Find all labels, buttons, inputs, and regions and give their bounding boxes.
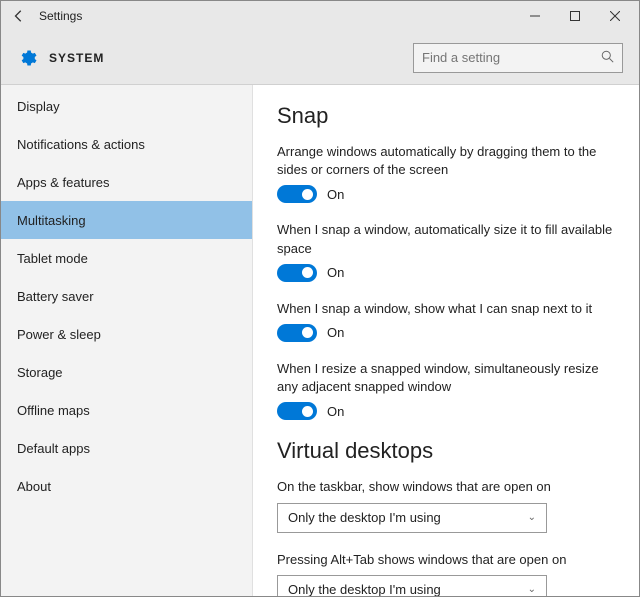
titlebar: Settings — [1, 1, 639, 31]
sidebar-item-apps[interactable]: Apps & features — [1, 163, 252, 201]
sidebar-item-default-apps[interactable]: Default apps — [1, 429, 252, 467]
toggle-switch[interactable] — [277, 402, 317, 420]
setting-label: When I snap a window, show what I can sn… — [277, 300, 615, 318]
sidebar-item-notifications[interactable]: Notifications & actions — [1, 125, 252, 163]
chevron-down-icon: ⌄ — [528, 584, 536, 595]
dropdown-alttab[interactable]: Only the desktop I'm using ⌄ — [277, 575, 547, 596]
chevron-down-icon: ⌄ — [528, 512, 536, 523]
window-controls — [515, 1, 635, 31]
dropdown-value: Only the desktop I'm using — [288, 510, 441, 525]
setting-label: Pressing Alt+Tab shows windows that are … — [277, 551, 615, 569]
search-icon — [601, 50, 614, 66]
breadcrumb: SYSTEM — [49, 51, 413, 65]
virtual-desktops-heading: Virtual desktops — [277, 438, 615, 464]
setting-label: On the taskbar, show windows that are op… — [277, 478, 615, 496]
search-input[interactable] — [422, 50, 614, 65]
setting-label: When I resize a snapped window, simultan… — [277, 360, 615, 396]
toggle-switch[interactable] — [277, 185, 317, 203]
snap-setting-autosize: When I snap a window, automatically size… — [277, 221, 615, 281]
dropdown-taskbar[interactable]: Only the desktop I'm using ⌄ — [277, 503, 547, 533]
back-button[interactable] — [5, 2, 33, 30]
close-button[interactable] — [595, 1, 635, 31]
minimize-button[interactable] — [515, 1, 555, 31]
sidebar-item-power[interactable]: Power & sleep — [1, 315, 252, 353]
snap-heading: Snap — [277, 103, 615, 129]
arrow-left-icon — [12, 9, 26, 23]
gear-icon — [17, 48, 37, 68]
toggle-state: On — [327, 325, 344, 340]
content-pane: Snap Arrange windows automatically by dr… — [253, 85, 639, 596]
toggle-state: On — [327, 187, 344, 202]
snap-setting-resize: When I resize a snapped window, simultan… — [277, 360, 615, 420]
sidebar-item-multitasking[interactable]: Multitasking — [1, 201, 252, 239]
sidebar-item-tablet[interactable]: Tablet mode — [1, 239, 252, 277]
sidebar-item-offline-maps[interactable]: Offline maps — [1, 391, 252, 429]
snap-setting-assist: When I snap a window, show what I can sn… — [277, 300, 615, 342]
sidebar: Display Notifications & actions Apps & f… — [1, 85, 253, 596]
toggle-state: On — [327, 265, 344, 280]
snap-setting-arrange: Arrange windows automatically by draggin… — [277, 143, 615, 203]
vd-setting-alttab: Pressing Alt+Tab shows windows that are … — [277, 551, 615, 597]
sidebar-item-battery[interactable]: Battery saver — [1, 277, 252, 315]
toggle-switch[interactable] — [277, 324, 317, 342]
toggle-switch[interactable] — [277, 264, 317, 282]
sidebar-item-about[interactable]: About — [1, 467, 252, 505]
sidebar-item-display[interactable]: Display — [1, 87, 252, 125]
setting-label: When I snap a window, automatically size… — [277, 221, 615, 257]
dropdown-value: Only the desktop I'm using — [288, 582, 441, 596]
vd-setting-taskbar: On the taskbar, show windows that are op… — [277, 478, 615, 532]
toggle-state: On — [327, 404, 344, 419]
maximize-button[interactable] — [555, 1, 595, 31]
window-title: Settings — [39, 9, 515, 23]
header: SYSTEM — [1, 31, 639, 85]
sidebar-item-storage[interactable]: Storage — [1, 353, 252, 391]
setting-label: Arrange windows automatically by draggin… — [277, 143, 615, 179]
search-box[interactable] — [413, 43, 623, 73]
